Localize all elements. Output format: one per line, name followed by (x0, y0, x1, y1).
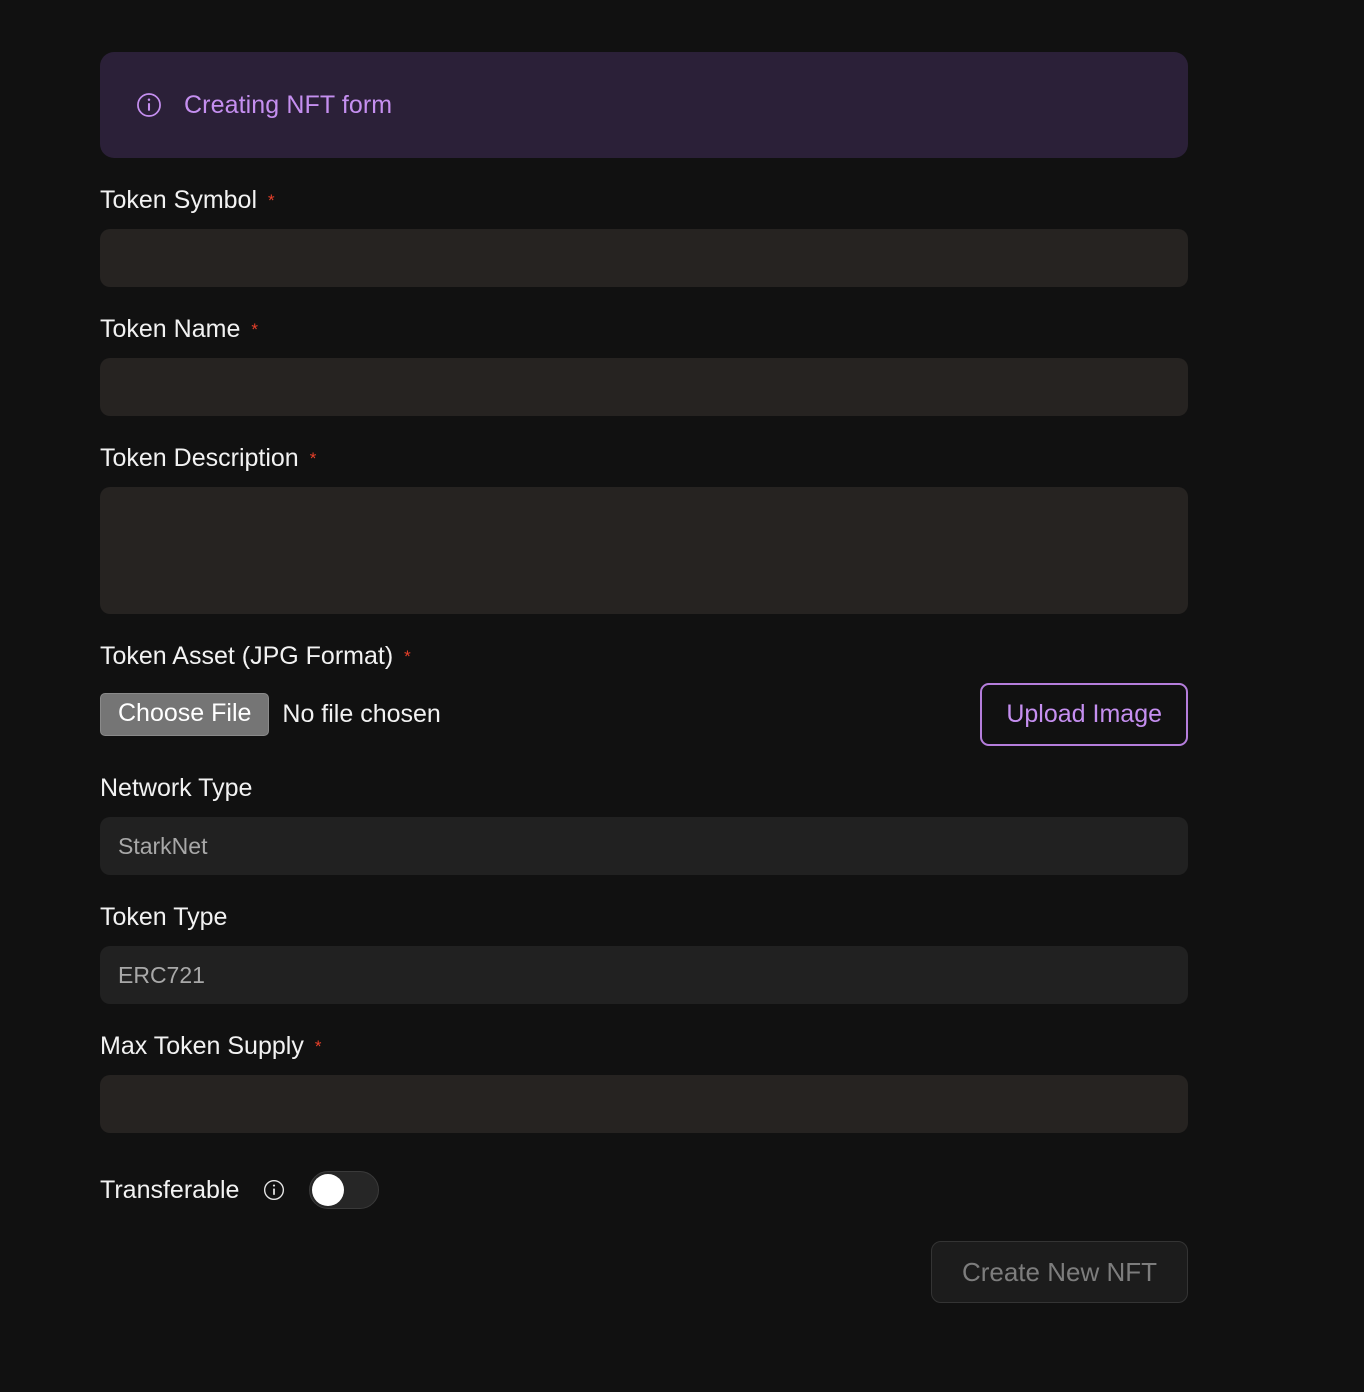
submit-row: Create New NFT (100, 1241, 1188, 1303)
token-description-textarea[interactable] (100, 487, 1188, 614)
max-token-supply-label: Max Token Supply * (100, 1034, 1188, 1059)
token-type-selected-value: ERC721 (118, 961, 205, 988)
transferable-toggle[interactable] (309, 1171, 380, 1209)
upload-image-button[interactable]: Upload Image (980, 683, 1188, 746)
max-token-supply-label-text: Max Token Supply (100, 1032, 304, 1060)
token-asset-file-row: Choose File No file chosen Upload Image (100, 683, 1188, 746)
info-circle-icon[interactable] (263, 1179, 285, 1201)
network-type-label: Network Type (100, 776, 1188, 801)
file-picker: Choose File No file chosen (100, 693, 441, 736)
token-description-label: Token Description * (100, 446, 1188, 471)
info-circle-icon (136, 92, 162, 118)
field-token-description: Token Description * (100, 446, 1188, 614)
token-symbol-label-text: Token Symbol (100, 186, 258, 214)
field-max-token-supply: Max Token Supply * (100, 1034, 1188, 1133)
field-network-type: Network Type StarkNet (100, 776, 1188, 875)
field-token-type: Token Type ERC721 (100, 905, 1188, 1004)
field-token-name: Token Name * (100, 317, 1188, 416)
required-asterisk: * (314, 1037, 322, 1056)
token-symbol-label: Token Symbol * (100, 188, 1188, 213)
nft-create-page: Creating NFT form Token Symbol * Token N… (0, 0, 1364, 1392)
file-status-text: No file chosen (282, 700, 441, 728)
token-type-select[interactable]: ERC721 (100, 946, 1188, 1004)
network-type-select[interactable]: StarkNet (100, 817, 1188, 875)
required-asterisk: * (251, 320, 258, 339)
info-banner: Creating NFT form (100, 52, 1188, 158)
required-asterisk: * (309, 449, 317, 468)
token-type-label: Token Type (100, 905, 1188, 930)
token-type-label-text: Token Type (100, 903, 228, 931)
create-nft-form: Creating NFT form Token Symbol * Token N… (100, 52, 1188, 1303)
transferable-row: Transferable (100, 1171, 1188, 1209)
field-token-symbol: Token Symbol * (100, 188, 1188, 287)
transferable-label: Transferable (100, 1175, 240, 1204)
required-asterisk: * (404, 647, 411, 666)
choose-file-button[interactable]: Choose File (100, 693, 270, 736)
token-asset-label-text: Token Asset (JPG Format) (100, 642, 394, 670)
token-asset-label: Token Asset (JPG Format) * (100, 644, 1188, 669)
token-symbol-input[interactable] (100, 229, 1188, 287)
create-new-nft-button[interactable]: Create New NFT (930, 1241, 1188, 1303)
network-type-selected-value: StarkNet (118, 832, 208, 859)
token-name-label: Token Name * (100, 317, 1188, 342)
toggle-knob (312, 1174, 345, 1206)
field-token-asset: Token Asset (JPG Format) * Choose File N… (100, 644, 1188, 746)
network-type-label-text: Network Type (100, 774, 253, 802)
token-name-input[interactable] (100, 358, 1188, 416)
token-description-label-text: Token Description (100, 444, 299, 472)
max-token-supply-input[interactable] (100, 1075, 1188, 1133)
required-asterisk: * (268, 191, 275, 210)
info-banner-text: Creating NFT form (184, 90, 393, 119)
token-name-label-text: Token Name (100, 315, 241, 343)
